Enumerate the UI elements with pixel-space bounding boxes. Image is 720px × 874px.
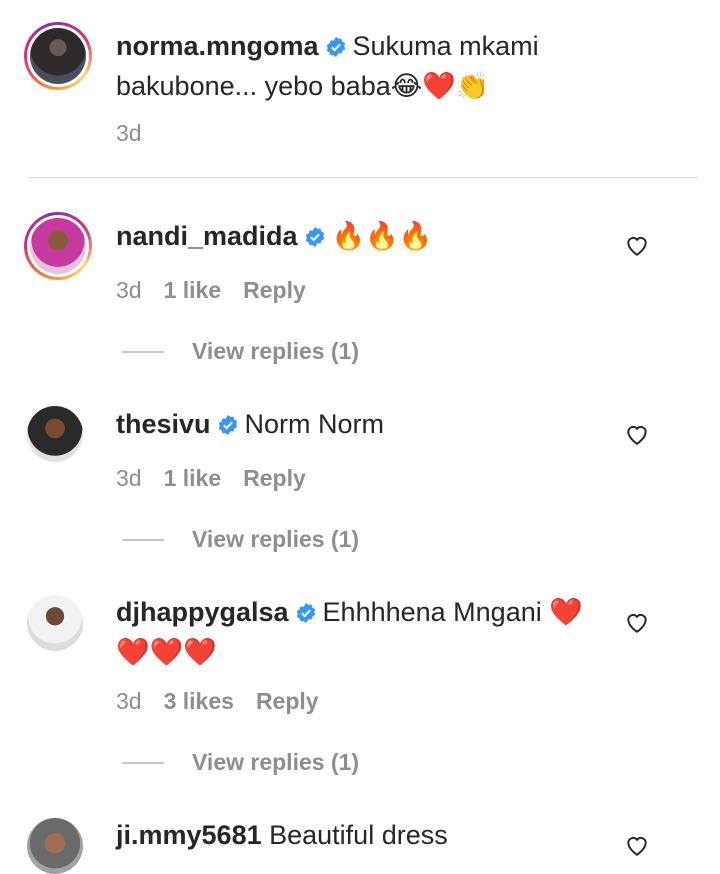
avatar[interactable] bbox=[24, 22, 92, 90]
like-count[interactable]: 1 like bbox=[164, 277, 222, 304]
reply-button[interactable]: Reply bbox=[243, 465, 306, 492]
avatar[interactable] bbox=[24, 212, 92, 280]
divider-line bbox=[122, 761, 164, 764]
reply-button[interactable]: Reply bbox=[256, 688, 319, 715]
view-replies-label: View replies (1) bbox=[192, 338, 360, 364]
comment-text-block: ji.mmy5681 Beautiful dress bbox=[116, 815, 606, 855]
divider-line bbox=[122, 538, 164, 541]
avatar[interactable] bbox=[27, 595, 83, 651]
like-heart-icon[interactable] bbox=[624, 609, 650, 635]
comment-text-block: djhappygalsa Ehhhhena Mngani ❤️❤️❤️❤️ bbox=[116, 592, 606, 672]
verified-badge-icon bbox=[326, 36, 345, 58]
like-heart-icon[interactable] bbox=[624, 232, 650, 258]
like-heart-icon[interactable] bbox=[624, 421, 650, 447]
view-replies-label: View replies (1) bbox=[192, 749, 360, 775]
comment-text-block: norma.mngoma Sukuma mkami bakubone... yeb… bbox=[116, 26, 606, 106]
comment-meta: 3d 1 like Reply bbox=[116, 465, 306, 492]
verified-badge-icon bbox=[305, 226, 324, 248]
username[interactable]: djhappygalsa bbox=[116, 597, 289, 627]
comment-meta: 3d 3 likes Reply bbox=[116, 688, 319, 715]
divider bbox=[28, 177, 698, 178]
view-replies-button[interactable]: View replies (1) bbox=[122, 526, 359, 553]
username[interactable]: norma.mngoma bbox=[116, 31, 319, 61]
comment-text-block: thesivu Norm Norm bbox=[116, 404, 606, 444]
comment-meta: 3d bbox=[116, 120, 142, 147]
verified-badge-icon bbox=[296, 602, 315, 624]
divider-line bbox=[122, 350, 164, 353]
comment-text-block: nandi_madida 🔥🔥🔥 bbox=[116, 216, 606, 257]
view-replies-button[interactable]: View replies (1) bbox=[122, 749, 359, 776]
comment-time: 3d bbox=[116, 277, 142, 303]
reply-button[interactable]: Reply bbox=[243, 277, 306, 304]
username[interactable]: ji.mmy5681 bbox=[116, 820, 262, 850]
username[interactable]: nandi_madida bbox=[116, 221, 298, 251]
comment-time: 3d bbox=[116, 465, 142, 491]
avatar[interactable] bbox=[27, 406, 83, 462]
verified-badge-icon bbox=[218, 414, 237, 436]
view-replies-label: View replies (1) bbox=[192, 526, 360, 552]
like-heart-icon[interactable] bbox=[624, 832, 650, 858]
view-replies-button[interactable]: View replies (1) bbox=[122, 338, 359, 365]
comment-text: 🔥🔥🔥 bbox=[331, 221, 433, 252]
comment-time: 3d bbox=[116, 120, 142, 146]
comment-meta: 3d 1 like Reply bbox=[116, 277, 306, 304]
like-count[interactable]: 3 likes bbox=[164, 688, 234, 715]
comment-text: Beautiful dress bbox=[269, 820, 448, 850]
username[interactable]: thesivu bbox=[116, 409, 211, 439]
comment-text: Norm Norm bbox=[244, 409, 385, 439]
comment-time: 3d bbox=[116, 688, 142, 714]
avatar[interactable] bbox=[27, 818, 83, 874]
like-count[interactable]: 1 like bbox=[164, 465, 222, 492]
